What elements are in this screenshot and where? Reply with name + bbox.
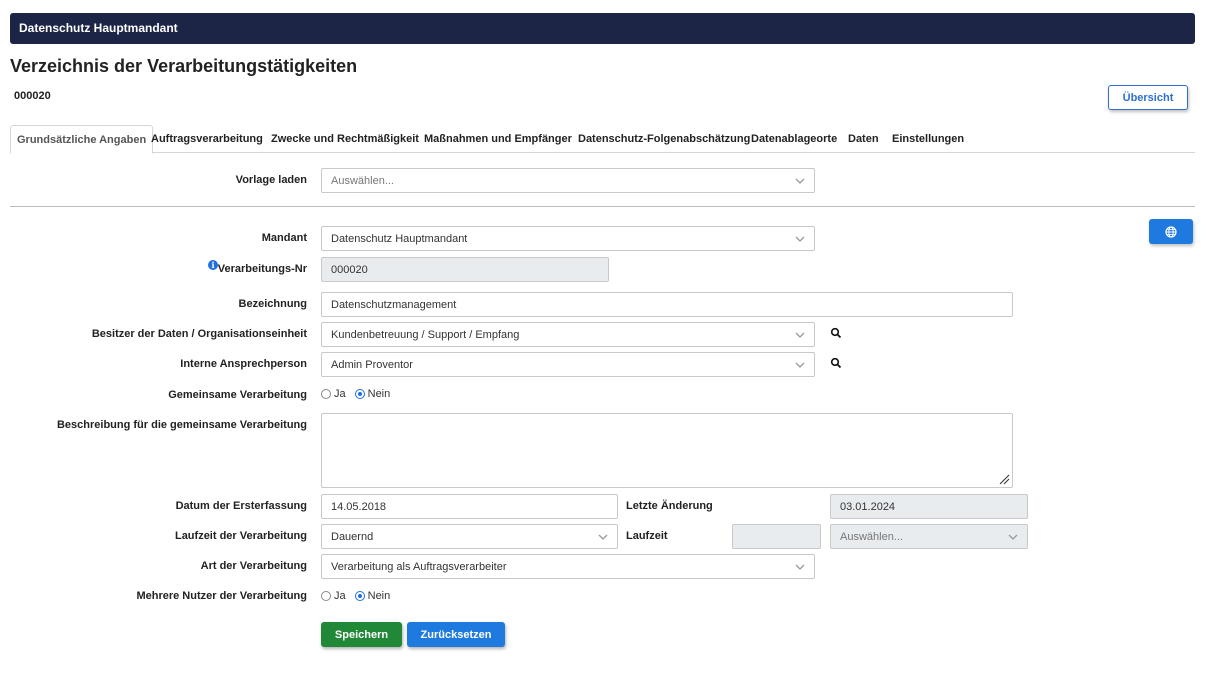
chevron-down-icon — [795, 236, 805, 242]
app-header: Datenschutz Hauptmandant — [10, 13, 1195, 44]
duration-select[interactable]: Dauernd — [321, 524, 618, 549]
multiple-users-label: Mehrere Nutzer der Verarbeitung — [136, 590, 307, 602]
search-icon[interactable] — [830, 357, 842, 369]
data-owner-select[interactable]: Kundenbetreuung / Support / Empfang — [321, 322, 815, 347]
processing-no-value: 000020 — [331, 263, 368, 276]
term-input — [732, 524, 821, 549]
chevron-down-icon — [598, 534, 608, 540]
term-unit-value: Auswählen... — [840, 530, 903, 543]
tab-zwecke-und-rechtmaessigkeit[interactable]: Zwecke und Rechtmäßigkeit — [271, 125, 419, 153]
mandant-select[interactable]: Datenschutz Hauptmandant — [321, 226, 815, 251]
processing-type-label: Art der Verarbeitung — [200, 560, 307, 572]
mandant-label: Mandant — [261, 232, 307, 244]
section-divider — [10, 206, 1195, 207]
joint-description-label: Beschreibung für die gemeinsame Verarbei… — [56, 419, 307, 431]
data-owner-label: Besitzer der Daten / Organisationseinhei… — [91, 328, 307, 340]
duration-label: Laufzeit der Verarbeitung — [174, 530, 307, 542]
tab-datenablageorte[interactable]: Datenablageorte — [751, 125, 837, 153]
designation-value: Datenschutzmanagement — [331, 298, 457, 311]
resize-handle-icon[interactable] — [998, 473, 1010, 485]
processing-type-value: Verarbeitung als Auftragsverarbeiter — [331, 560, 507, 573]
globe-icon — [1165, 225, 1177, 238]
data-owner-value: Kundenbetreuung / Support / Empfang — [331, 328, 520, 341]
term-unit-select: Auswählen... — [830, 524, 1028, 549]
processing-type-select[interactable]: Verarbeitung als Auftragsverarbeiter — [321, 554, 815, 579]
designation-label: Bezeichnung — [238, 298, 307, 310]
designation-input[interactable]: Datenschutzmanagement — [321, 292, 1013, 317]
header-title: Datenschutz Hauptmandant — [19, 21, 178, 35]
contact-value: Admin Proventor — [331, 358, 413, 371]
processing-no-label: Verarbeitungs-Nr — [217, 263, 307, 275]
reset-button[interactable]: Zurücksetzen — [407, 622, 505, 647]
info-icon[interactable]: i — [208, 260, 218, 270]
page-title: Verzeichnis der Verarbeitungstätigkeiten — [10, 56, 358, 76]
multiple-users-yes-label: Ja — [334, 590, 346, 602]
tab-massnahmen-und-empfaenger[interactable]: Maßnahmen und Empfänger — [424, 125, 572, 153]
chevron-down-icon — [1008, 534, 1018, 540]
contact-label: Interne Ansprechperson — [180, 358, 307, 370]
multiple-users-no-label: Nein — [367, 590, 391, 602]
term-label: Laufzeit — [626, 530, 668, 542]
chevron-down-icon — [795, 362, 805, 368]
overview-button[interactable]: Übersicht — [1108, 85, 1188, 110]
last-change-value: 03.01.2024 — [840, 500, 896, 513]
last-change-label: Letzte Änderung — [626, 500, 713, 512]
tab-grundsaetzliche-angaben[interactable]: Grundsätzliche Angaben — [10, 125, 154, 154]
joint-description-textarea[interactable] — [321, 413, 1013, 488]
first-recorded-label: Datum der Ersterfassung — [175, 500, 307, 512]
chevron-down-icon — [795, 178, 805, 184]
joint-processing-yes-label: Ja — [334, 388, 346, 400]
joint-processing-no-label: Nein — [367, 388, 391, 400]
duration-value: Dauernd — [331, 530, 374, 543]
save-button[interactable]: Speichern — [321, 622, 402, 647]
tab-datenschutz-folgenabschaetzung[interactable]: Datenschutz-Folgenabschätzung — [578, 125, 750, 153]
multiple-users-radio-group: Ja Nein — [321, 590, 390, 602]
tab-einstellungen[interactable]: Einstellungen — [892, 125, 964, 153]
multiple-users-no-radio[interactable] — [354, 591, 365, 601]
tab-daten[interactable]: Daten — [848, 125, 879, 153]
joint-processing-radio-group: Ja Nein — [321, 388, 390, 400]
tab-bar: Grundsätzliche Angaben Auftragsverarbeit… — [10, 125, 1195, 154]
first-recorded-input[interactable]: 14.05.2018 — [321, 494, 618, 519]
joint-processing-yes-radio[interactable] — [321, 389, 331, 399]
multiple-users-yes-radio[interactable] — [321, 591, 331, 601]
record-id: 000020 — [14, 90, 51, 102]
processing-no-field: 000020 — [321, 257, 609, 282]
chevron-down-icon — [795, 332, 805, 338]
search-icon[interactable] — [830, 327, 842, 339]
template-select-value: Auswählen... — [331, 174, 394, 187]
joint-processing-label: Gemeinsame Verarbeitung — [168, 389, 307, 401]
last-change-field: 03.01.2024 — [830, 494, 1028, 519]
chevron-down-icon — [795, 564, 805, 570]
template-label: Vorlage laden — [235, 174, 307, 186]
language-button[interactable] — [1149, 219, 1193, 244]
template-select[interactable]: Auswählen... — [321, 168, 815, 193]
contact-select[interactable]: Admin Proventor — [321, 352, 815, 377]
joint-processing-no-radio[interactable] — [354, 389, 365, 399]
tab-auftragsverarbeitung[interactable]: Auftragsverarbeitung — [151, 125, 263, 153]
mandant-select-value: Datenschutz Hauptmandant — [331, 232, 468, 245]
first-recorded-value: 14.05.2018 — [331, 500, 387, 513]
